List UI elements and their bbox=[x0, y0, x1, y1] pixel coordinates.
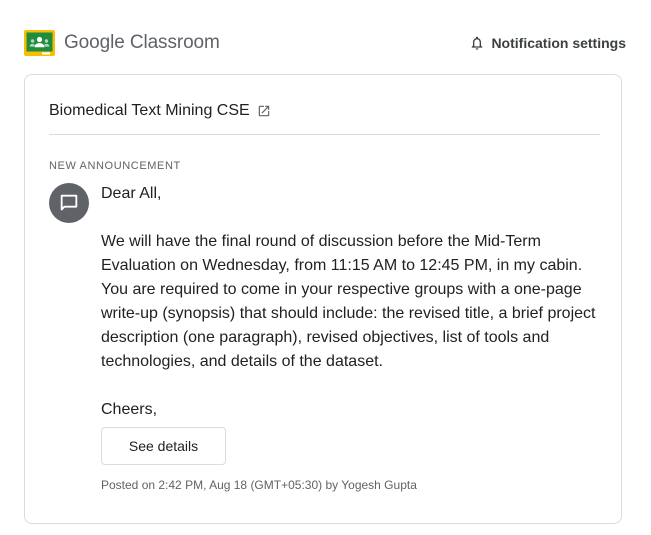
notification-settings-label: Notification settings bbox=[491, 35, 626, 51]
see-details-button[interactable]: See details bbox=[101, 427, 226, 465]
bell-icon bbox=[472, 36, 483, 50]
notification-settings-link[interactable]: Notification settings bbox=[469, 32, 626, 54]
google-classroom-logo-icon bbox=[24, 30, 55, 56]
announcement-icon bbox=[60, 194, 78, 211]
message-text: We will have the final round of discussi… bbox=[101, 233, 596, 370]
section-label: NEW ANNOUNCEMENT bbox=[49, 160, 181, 172]
avatar bbox=[49, 183, 89, 223]
open-in-new-icon bbox=[258, 105, 269, 117]
class-link[interactable]: Biomedical Text Mining CSE bbox=[49, 100, 271, 122]
app-header: Google Classroom Notification settings bbox=[24, 28, 626, 58]
divider bbox=[49, 134, 600, 135]
app-name: Google Classroom bbox=[64, 32, 220, 53]
class-name: Biomedical Text Mining CSE bbox=[49, 102, 250, 119]
closing-text: Cheers, bbox=[101, 401, 158, 418]
announcement-card: Biomedical Text Mining CSE NEW ANNOUNCEM… bbox=[24, 74, 622, 524]
posted-info: Posted on 2:42 PM, Aug 18 (GMT+05:30) by… bbox=[101, 478, 417, 492]
app-logo[interactable]: Google Classroom bbox=[24, 28, 220, 58]
greeting-text: Dear All, bbox=[101, 185, 162, 202]
announcement-body: Dear All, We will have the final round o… bbox=[101, 182, 601, 422]
